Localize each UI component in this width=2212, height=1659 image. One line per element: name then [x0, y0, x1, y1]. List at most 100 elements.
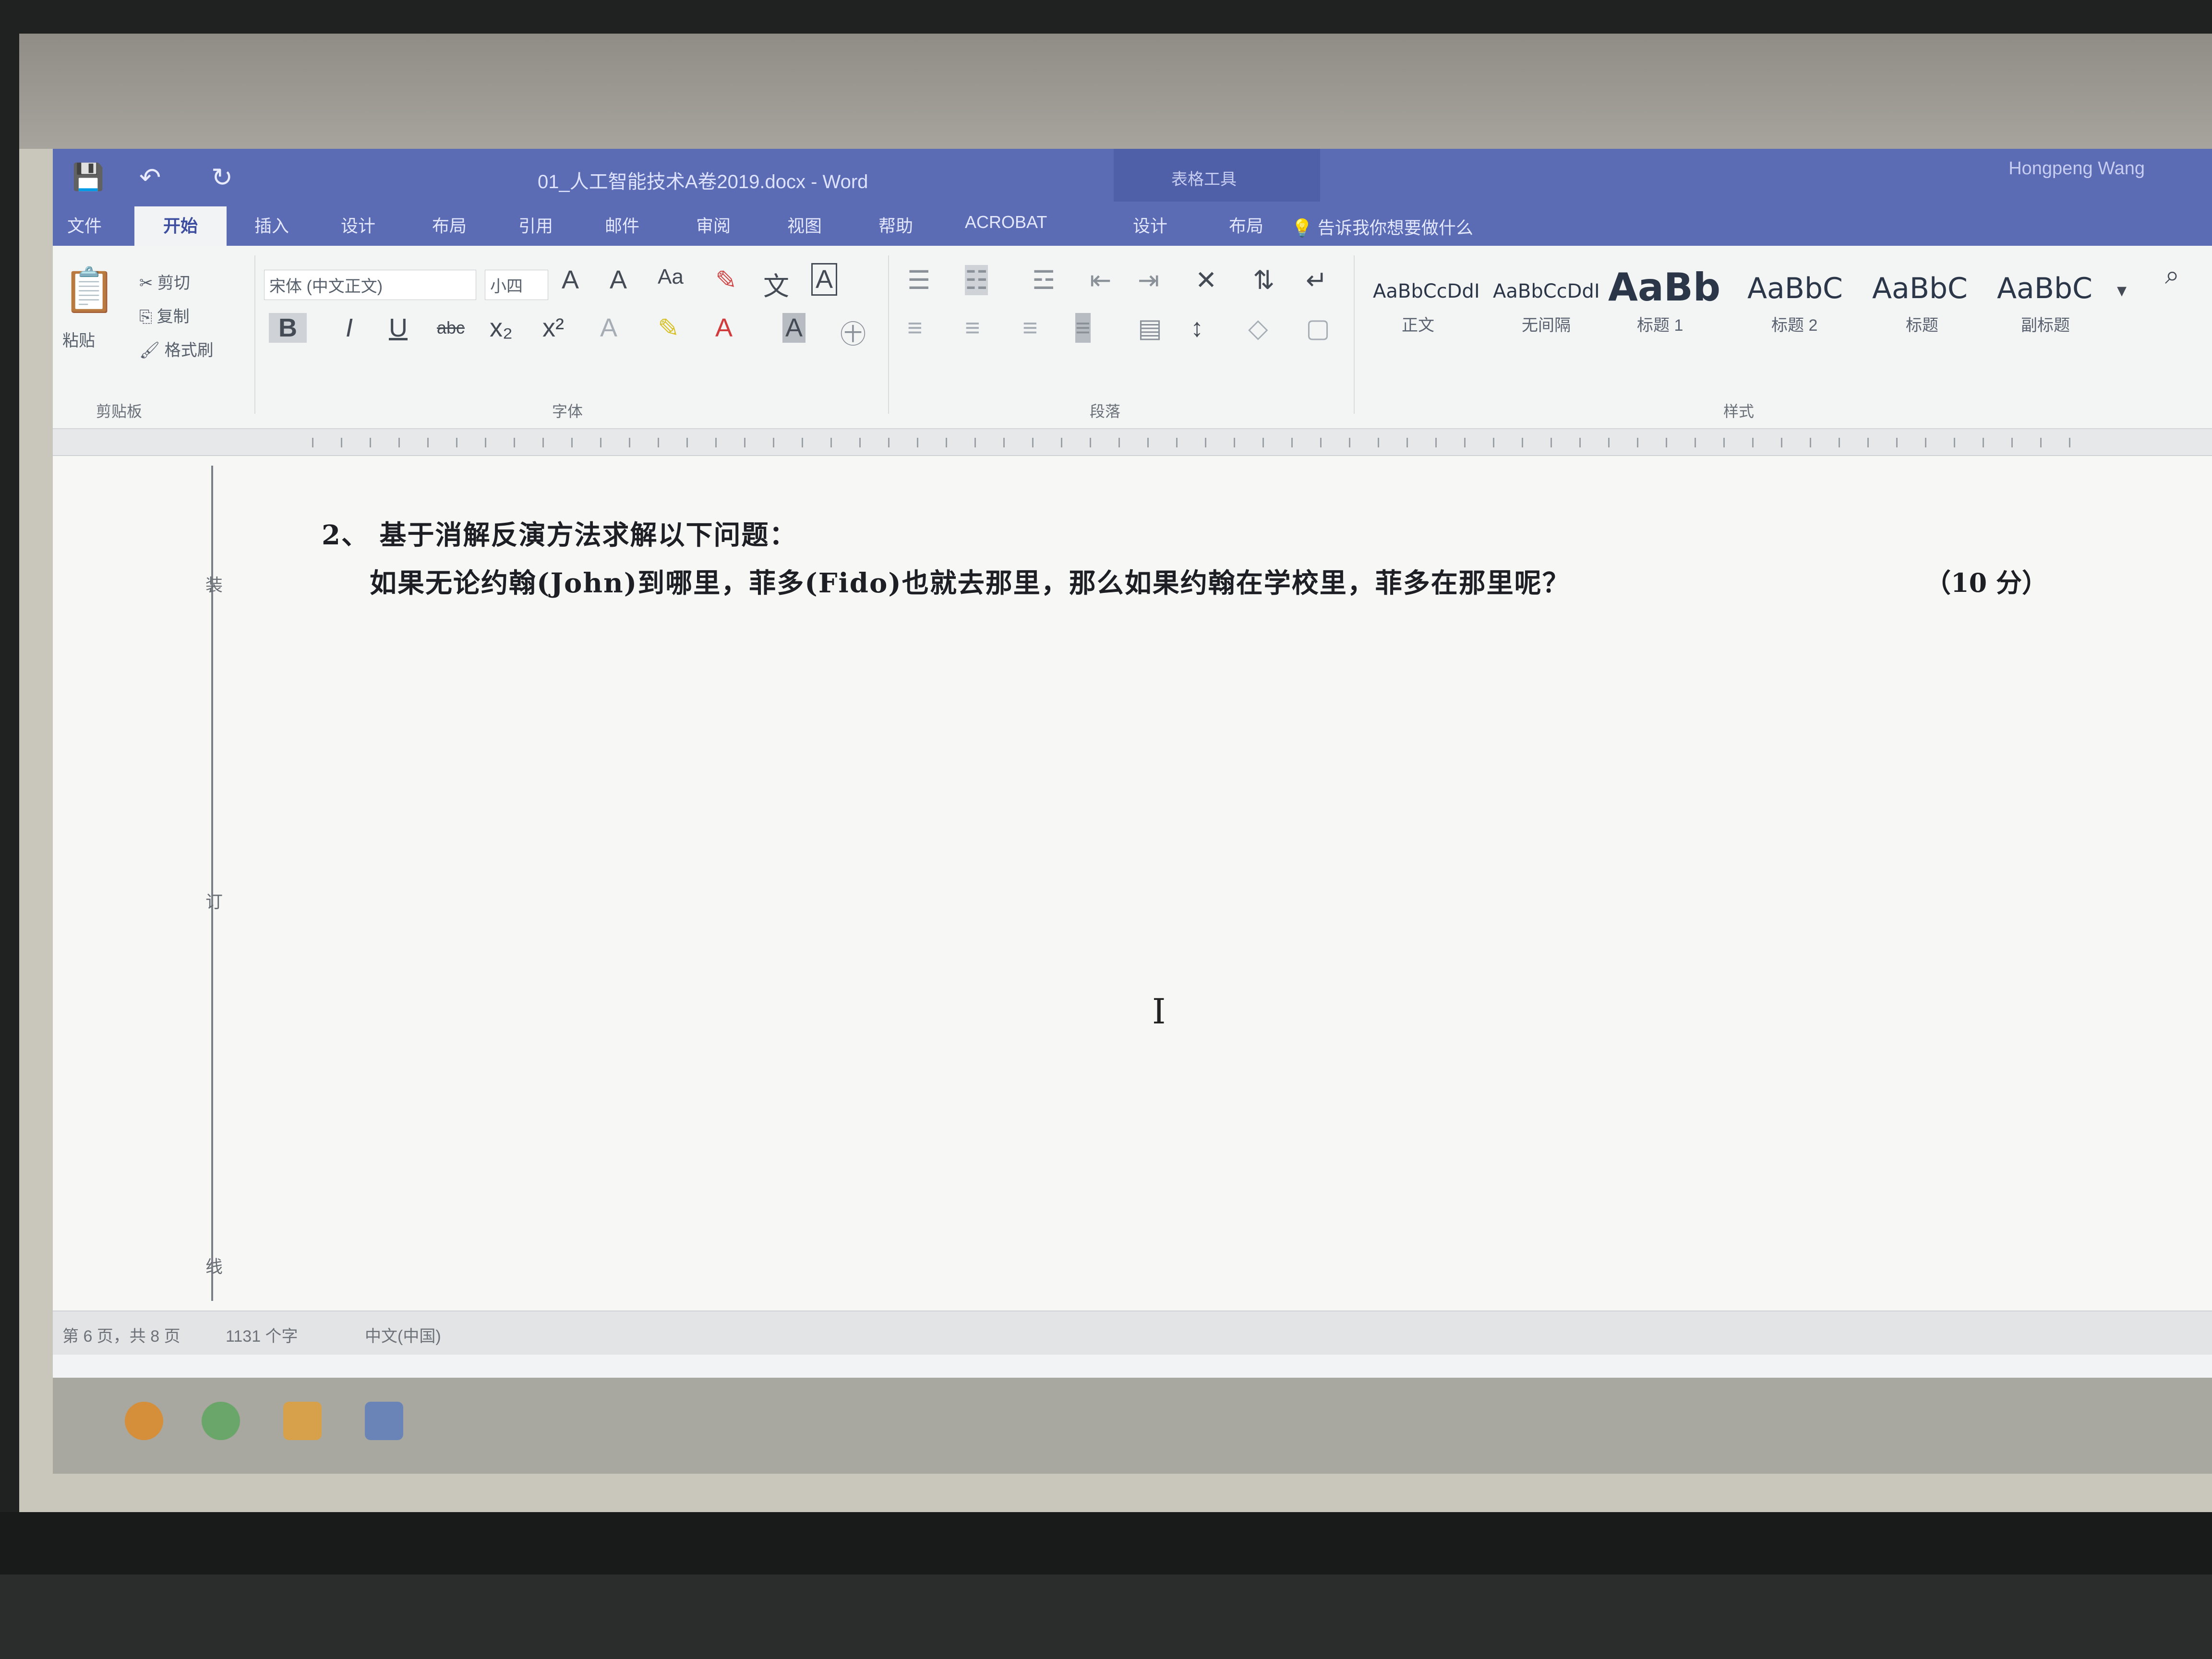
style-name: 正文: [1402, 316, 1434, 335]
tab-mailings[interactable]: 邮件: [605, 212, 639, 237]
style-preview: AaBbC: [1747, 272, 1843, 305]
paste-button[interactable]: 粘贴: [62, 327, 95, 351]
font-color-icon[interactable]: A: [715, 313, 733, 343]
browser-2-icon[interactable]: [202, 1402, 240, 1440]
tab-view[interactable]: 视图: [787, 212, 822, 237]
borders-icon[interactable]: ▢: [1306, 313, 1330, 343]
copy-label: 复制: [156, 308, 190, 326]
grow-font-icon[interactable]: A: [562, 265, 579, 295]
word-count[interactable]: 1131 个字: [226, 1323, 298, 1346]
multilevel-list-icon[interactable]: ☲: [1032, 265, 1055, 295]
margin-mark: 线: [205, 1257, 223, 1276]
style-name: 标题: [1906, 316, 1938, 335]
decrease-indent-icon[interactable]: ⇤: [1090, 265, 1111, 295]
align-left-icon[interactable]: ≡: [907, 313, 923, 343]
shading-icon[interactable]: ◇: [1248, 313, 1268, 343]
chinese-layout-icon[interactable]: ✕: [1195, 265, 1217, 295]
distributed-icon[interactable]: ▤: [1138, 313, 1162, 343]
change-case-icon[interactable]: Aa: [658, 265, 684, 289]
language-indicator[interactable]: 中文(中国): [365, 1323, 441, 1346]
ribbon-separator: [888, 255, 889, 414]
page-count[interactable]: 第 6 页，共 8 页: [62, 1323, 180, 1346]
justify-icon[interactable]: ≡: [1075, 313, 1091, 343]
enclose-char-icon[interactable]: ㊉: [840, 313, 866, 351]
font-name-select[interactable]: 宋体 (中文正文): [264, 270, 476, 300]
strikethrough-icon[interactable]: abc: [437, 318, 465, 338]
ribbon-tab-bar: 文件 开始 插入 设计 布局 引用 邮件 审阅 视图 帮助 ACROBAT 设计…: [53, 202, 2212, 246]
undo-icon[interactable]: ↶: [139, 162, 161, 192]
tell-me-text: 告诉我你想要做什么: [1317, 218, 1473, 238]
title-bar: 💾 ↶ ↻ 01_人工智能技术A卷2019.docx - Word 表格工具 H…: [53, 149, 2212, 202]
save-icon[interactable]: 💾: [72, 162, 104, 192]
document-page[interactable]: 装 订 线 2、 基于消解反演方法求解以下问题： 如果无论约翰(John)到哪里…: [53, 456, 2212, 1310]
tab-design[interactable]: 设计: [341, 212, 375, 237]
phonetic-guide-icon[interactable]: 文: [763, 265, 789, 303]
ruler-ticks: [312, 438, 2088, 447]
format-painter-button[interactable]: 🖌 格式刷: [139, 337, 214, 361]
bold-icon[interactable]: B: [269, 313, 307, 343]
word-app-icon[interactable]: [365, 1402, 403, 1440]
shrink-font-icon[interactable]: A: [610, 265, 627, 295]
tab-file[interactable]: 文件: [67, 212, 102, 237]
tab-references[interactable]: 引用: [518, 212, 553, 237]
search-icon[interactable]: ⌕: [2165, 260, 2179, 290]
margin-mark: 装: [205, 575, 223, 595]
tab-insert[interactable]: 插入: [254, 212, 289, 237]
user-name[interactable]: Hongpeng Wang: [2008, 158, 2145, 179]
styles-group-label: 样式: [1723, 403, 1755, 420]
tab-acrobat[interactable]: ACROBAT: [965, 212, 1047, 232]
underline-icon[interactable]: U: [389, 313, 408, 343]
increase-indent-icon[interactable]: ⇥: [1138, 265, 1159, 295]
context-tools-header: 表格工具: [1114, 149, 1320, 202]
question-score: （10 分）: [1925, 567, 2048, 598]
ribbon: 📋 粘贴 ✂ 剪切 ⎘ 复制 🖌 格式刷 剪贴板 宋体 (中文正文) 小四 A …: [53, 246, 2212, 429]
tab-home[interactable]: 开始: [134, 206, 227, 246]
tab-review[interactable]: 审阅: [696, 212, 731, 237]
document-title: 01_人工智能技术A卷2019.docx - Word: [538, 171, 868, 192]
tab-help[interactable]: 帮助: [878, 212, 913, 237]
horizontal-ruler[interactable]: [53, 429, 2212, 456]
format-painter-label: 格式刷: [164, 341, 214, 360]
subscript-icon[interactable]: x₂: [490, 313, 513, 343]
sort-icon[interactable]: ⇅: [1253, 265, 1274, 295]
lightbulb-icon: 💡: [1291, 218, 1313, 238]
numbering-icon[interactable]: ☷: [965, 265, 988, 295]
style-name: 副标题: [2021, 316, 2070, 335]
highlight-icon[interactable]: ✎: [658, 313, 679, 343]
clipboard-group-label: 剪贴板: [96, 403, 143, 420]
tell-me-search[interactable]: 💡 告诉我你想要做什么: [1291, 214, 1473, 239]
browser-icon[interactable]: [125, 1402, 163, 1440]
redo-icon[interactable]: ↻: [211, 162, 233, 192]
room-background: [0, 1575, 2212, 1659]
taskbar: [53, 1378, 2212, 1474]
font-size-select[interactable]: 小四: [485, 270, 548, 300]
show-marks-icon[interactable]: ↵: [1306, 265, 1327, 295]
paste-icon[interactable]: 📋: [62, 265, 116, 315]
line-spacing-icon[interactable]: ↕: [1190, 313, 1203, 343]
text-effects-icon[interactable]: A: [600, 313, 617, 343]
bullets-icon[interactable]: ☰: [907, 265, 930, 295]
styles-more-icon[interactable]: ▾: [2117, 279, 2127, 301]
clear-format-icon[interactable]: ✎: [715, 265, 737, 295]
folder-icon[interactable]: [283, 1402, 322, 1440]
tab-table-design[interactable]: 设计: [1133, 212, 1167, 237]
paragraph-group-label: 段落: [1090, 403, 1121, 420]
tab-layout[interactable]: 布局: [432, 212, 467, 237]
cut-button[interactable]: ✂ 剪切: [139, 270, 190, 293]
char-shading-icon[interactable]: A: [782, 313, 806, 343]
font-group-label: 字体: [552, 403, 583, 420]
copy-button[interactable]: ⎘ 复制: [139, 303, 190, 327]
margin-mark: 订: [205, 892, 223, 912]
style-preview: AaBbCcDdI: [1493, 280, 1600, 302]
tab-table-layout[interactable]: 布局: [1229, 212, 1263, 237]
italic-icon[interactable]: I: [346, 313, 353, 343]
superscript-icon[interactable]: x²: [542, 313, 564, 343]
align-right-icon[interactable]: ≡: [1022, 313, 1038, 343]
style-preview: AaBbC: [1872, 272, 1968, 305]
char-border-icon[interactable]: A: [811, 263, 838, 296]
status-bar: 第 6 页，共 8 页 1131 个字 中文(中国): [53, 1310, 2212, 1355]
ribbon-separator: [1354, 255, 1355, 414]
style-preview: AaBbCcDdI: [1373, 280, 1480, 302]
align-center-icon[interactable]: ≡: [965, 313, 980, 343]
question-body: 如果无论约翰(John)到哪里，菲多(Fido)也就去那里，那么如果约翰在学校里…: [370, 567, 1570, 599]
